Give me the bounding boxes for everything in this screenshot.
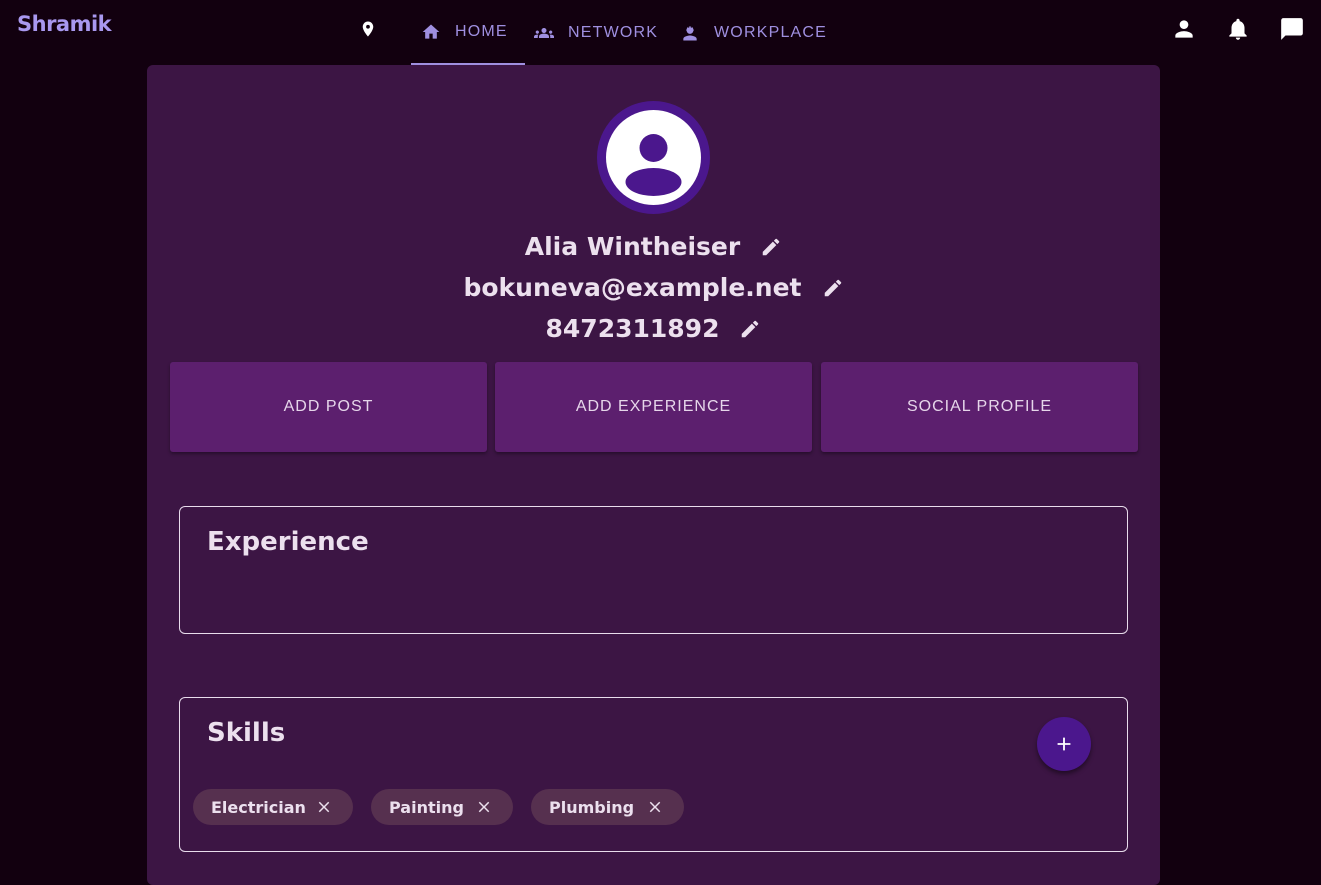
skill-chip-label: Painting bbox=[389, 797, 464, 817]
people-icon bbox=[534, 27, 554, 38]
add-skill-button[interactable] bbox=[1037, 717, 1091, 771]
tab-network-label: NETWORK bbox=[568, 23, 659, 41]
account-circle-icon bbox=[625, 134, 682, 196]
plus-icon bbox=[1057, 737, 1071, 751]
add-post-button[interactable]: ADD POST bbox=[170, 362, 487, 452]
remove-skill-icon[interactable] bbox=[475, 798, 493, 816]
remove-skill-icon[interactable] bbox=[646, 798, 664, 816]
home-icon bbox=[422, 24, 440, 39]
profile-phone-row: 8472311892 bbox=[147, 314, 1160, 343]
bell-icon[interactable] bbox=[1225, 16, 1251, 42]
skill-chip[interactable]: Plumbing bbox=[531, 789, 684, 825]
tab-home-label: HOME bbox=[455, 22, 508, 40]
skill-chip-label: Plumbing bbox=[549, 797, 635, 817]
skill-chip[interactable]: Electrician bbox=[193, 789, 353, 825]
remove-skill-icon[interactable] bbox=[315, 798, 333, 816]
profile-email: bokuneva@example.net bbox=[463, 273, 802, 302]
social-profile-button[interactable]: SOCIAL PROFILE bbox=[821, 362, 1138, 452]
skills-title: Skills bbox=[207, 718, 286, 748]
worker-icon bbox=[683, 25, 697, 40]
edit-name-icon[interactable] bbox=[760, 236, 782, 258]
avatar[interactable] bbox=[597, 101, 710, 214]
tab-workplace-label: WORKPLACE bbox=[714, 23, 828, 41]
top-app-bar: Shramik HOME NETWORK WORKPLACE bbox=[0, 0, 1321, 65]
profile-email-row: bokuneva@example.net bbox=[147, 273, 1160, 302]
skill-chip[interactable]: Painting bbox=[371, 789, 513, 825]
skill-chip-label: Electrician bbox=[211, 797, 306, 817]
profile-name: Alia Wintheiser bbox=[524, 232, 741, 261]
chat-icon[interactable] bbox=[1279, 16, 1305, 42]
brand-logo[interactable]: Shramik bbox=[17, 12, 112, 36]
tab-network[interactable]: NETWORK bbox=[534, 0, 658, 65]
edit-email-icon[interactable] bbox=[822, 277, 844, 299]
skills-section: Skills Electrician Painting Plumbing bbox=[179, 697, 1128, 852]
account-icon[interactable] bbox=[1171, 16, 1197, 42]
edit-phone-icon[interactable] bbox=[739, 318, 761, 340]
location-pin-icon[interactable] bbox=[359, 20, 377, 38]
experience-section: Experience bbox=[179, 506, 1128, 634]
profile-name-row: Alia Wintheiser bbox=[147, 232, 1160, 261]
tab-workplace[interactable]: WORKPLACE bbox=[680, 0, 827, 65]
experience-title: Experience bbox=[207, 527, 369, 557]
add-experience-button[interactable]: ADD EXPERIENCE bbox=[495, 362, 812, 452]
tab-home[interactable]: HOME bbox=[411, 0, 525, 65]
profile-phone: 8472311892 bbox=[545, 314, 720, 343]
